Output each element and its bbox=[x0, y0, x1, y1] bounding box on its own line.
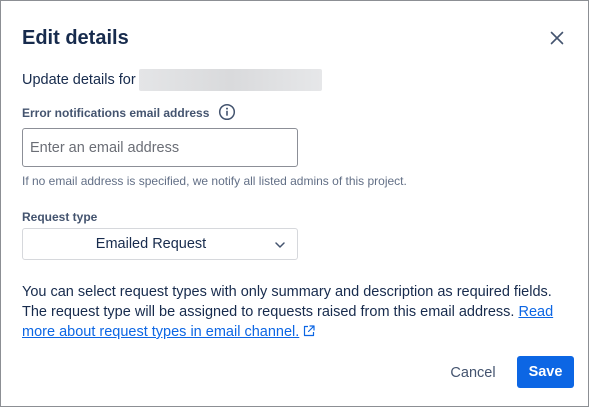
cancel-button[interactable]: Cancel bbox=[438, 357, 508, 389]
update-details-prefix: Update details for bbox=[22, 72, 136, 88]
save-button[interactable]: Save bbox=[517, 356, 574, 388]
request-type-select[interactable]: Emailed Request bbox=[22, 228, 298, 260]
update-details-line: Update details for bbox=[22, 69, 322, 91]
description-text: You can select request types with only s… bbox=[22, 284, 552, 320]
dialog-title: Edit details bbox=[22, 27, 129, 49]
redacted-project-name bbox=[138, 69, 322, 91]
email-field-label: Error notifications email address bbox=[22, 106, 210, 120]
info-icon[interactable] bbox=[218, 103, 236, 121]
close-button[interactable] bbox=[542, 23, 572, 53]
external-link-icon bbox=[304, 325, 315, 337]
edit-details-dialog: Edit details Update details for Error no… bbox=[0, 0, 589, 407]
email-address-input[interactable] bbox=[22, 128, 298, 167]
email-helper-text: If no email address is specified, we not… bbox=[22, 174, 407, 188]
request-type-selected-value: Emailed Request bbox=[95, 236, 207, 252]
close-icon bbox=[550, 31, 564, 45]
request-type-description: You can select request types with only s… bbox=[22, 282, 574, 342]
request-type-label: Request type bbox=[22, 210, 98, 224]
chevron-down-icon bbox=[275, 242, 285, 248]
